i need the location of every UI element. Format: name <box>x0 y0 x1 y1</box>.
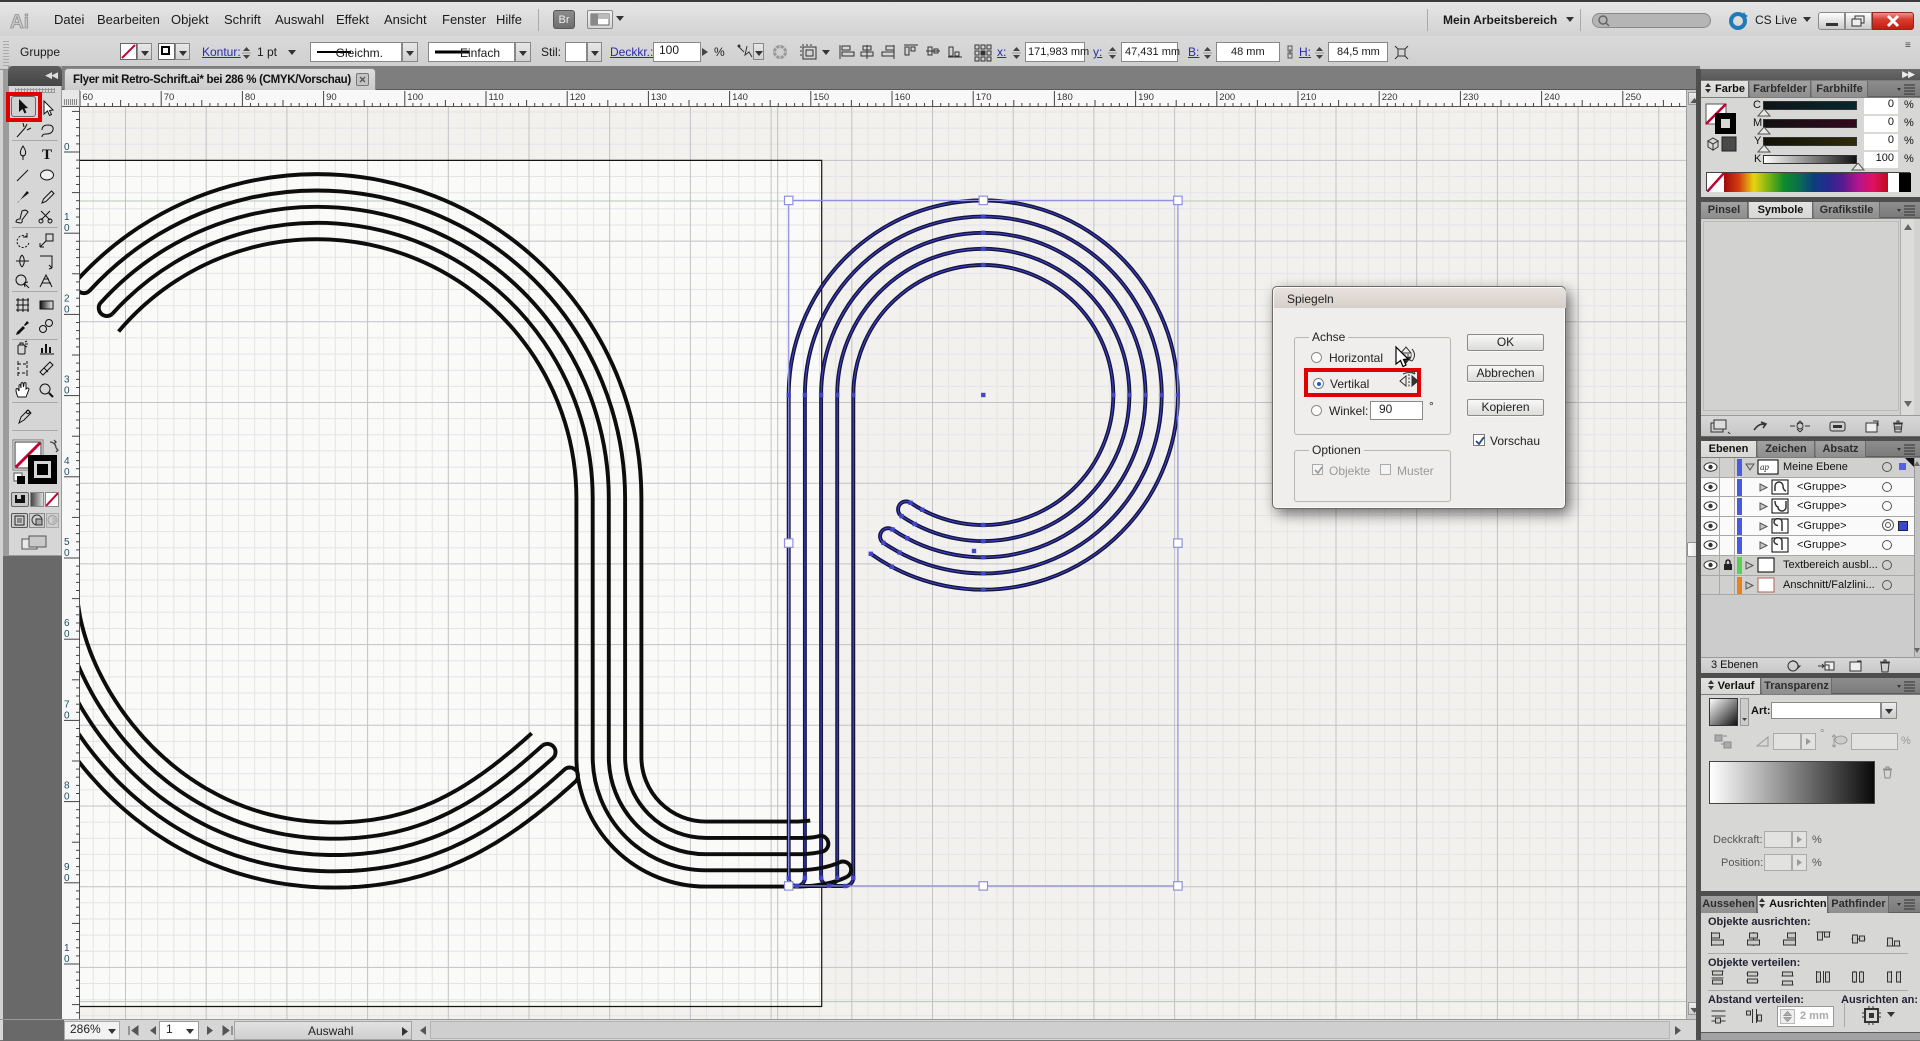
svg-text:220: 220 <box>1382 92 1398 103</box>
svg-text:60: 60 <box>83 92 94 103</box>
svg-text:140: 140 <box>732 92 748 103</box>
svg-text:130: 130 <box>651 92 667 103</box>
svg-text:6: 6 <box>64 618 70 629</box>
svg-text:Ai: Ai <box>10 12 29 33</box>
svg-text:70: 70 <box>164 92 175 103</box>
svg-text:0: 0 <box>64 629 70 640</box>
svg-text:230: 230 <box>1463 92 1479 103</box>
svg-text:0: 0 <box>64 873 70 884</box>
svg-text:200: 200 <box>1219 92 1235 103</box>
svg-text:160: 160 <box>895 92 911 103</box>
svg-text:0: 0 <box>64 792 70 803</box>
svg-text:0: 0 <box>64 142 70 153</box>
svg-text:0: 0 <box>64 223 70 234</box>
svg-text:ap: ap <box>1760 462 1770 472</box>
svg-text:90: 90 <box>326 92 337 103</box>
svg-text:5: 5 <box>64 537 70 548</box>
svg-text:0: 0 <box>64 710 70 721</box>
svg-text:0: 0 <box>64 954 70 965</box>
svg-text:170: 170 <box>976 92 992 103</box>
svg-text:100: 100 <box>407 92 423 103</box>
svg-text:0: 0 <box>64 548 70 559</box>
svg-text:2: 2 <box>64 293 70 304</box>
svg-text:110: 110 <box>489 92 504 103</box>
svg-text:3: 3 <box>64 375 70 386</box>
svg-text:T: T <box>42 147 52 163</box>
svg-text:8: 8 <box>64 781 70 792</box>
svg-text:80: 80 <box>245 92 256 103</box>
svg-text:180: 180 <box>1057 92 1073 103</box>
svg-text:150: 150 <box>813 92 829 103</box>
svg-text:0: 0 <box>64 386 70 397</box>
svg-text:4: 4 <box>64 456 70 467</box>
svg-text:0: 0 <box>64 304 70 315</box>
svg-text:120: 120 <box>570 92 586 103</box>
svg-text:9: 9 <box>64 862 70 873</box>
svg-text:1: 1 <box>64 212 70 223</box>
svg-text:210: 210 <box>1301 92 1317 103</box>
svg-text:240: 240 <box>1544 92 1560 103</box>
svg-text:250: 250 <box>1625 92 1641 103</box>
svg-text:0: 0 <box>64 467 70 478</box>
svg-text:7: 7 <box>64 699 70 710</box>
svg-text:1: 1 <box>64 943 70 954</box>
svg-text:190: 190 <box>1138 92 1154 103</box>
